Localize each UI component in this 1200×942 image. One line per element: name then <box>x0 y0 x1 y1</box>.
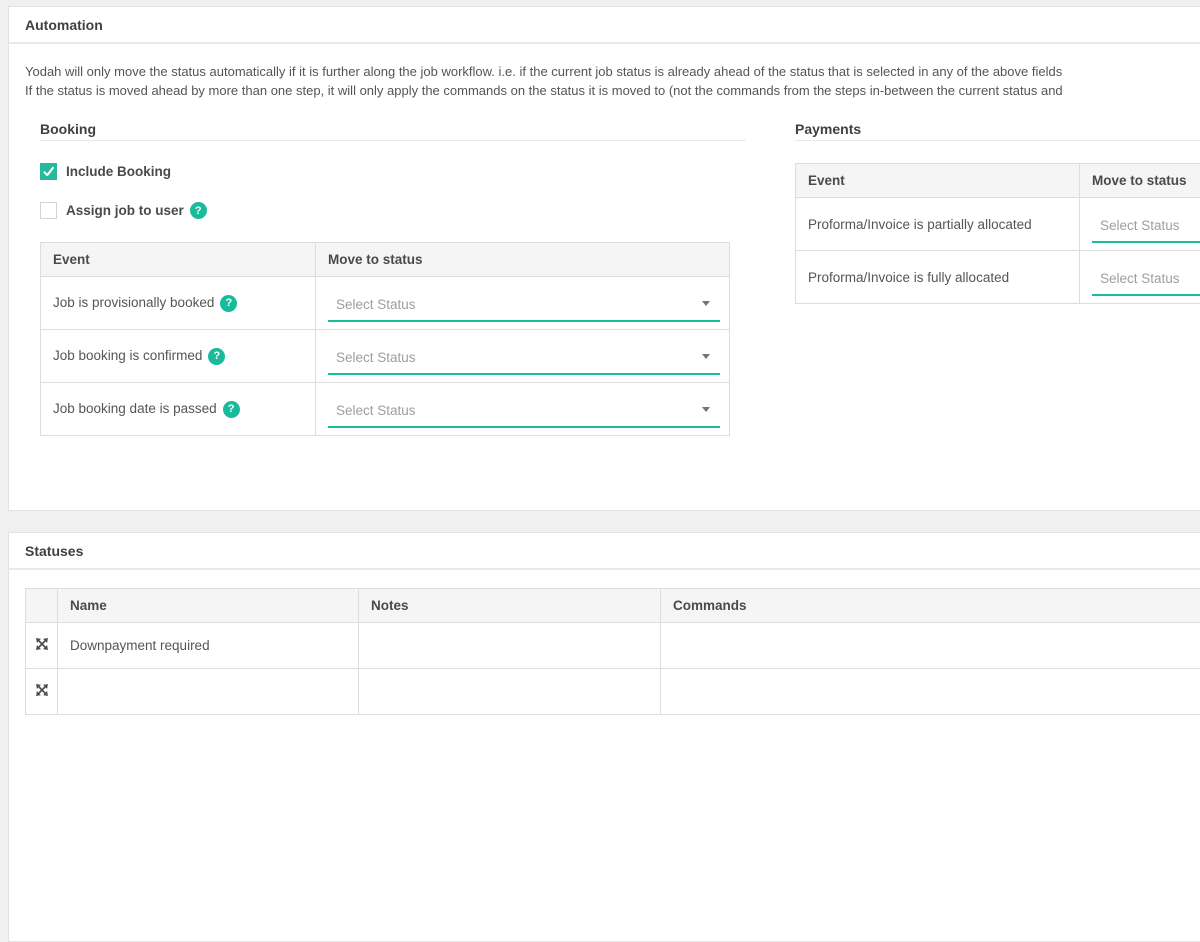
assign-job-checkbox[interactable] <box>40 202 57 219</box>
booking-section: Booking Include Booking <box>40 121 746 436</box>
move-to-status-select[interactable]: Select Status <box>1092 209 1200 243</box>
payments-events-table: Event Move to status Proforma/Invoice is… <box>795 163 1200 304</box>
automation-description: Yodah will only move the status automati… <box>25 62 1200 100</box>
table-row: Job booking is confirmed? Select Status <box>41 330 730 383</box>
select-placeholder: Select Status <box>1100 271 1180 286</box>
select-placeholder: Select Status <box>336 350 416 365</box>
status-name-cell: Downpayment required <box>58 623 359 669</box>
booking-title: Booking <box>40 121 746 141</box>
event-label: Job booking date is passed <box>53 401 217 416</box>
check-icon <box>42 165 55 178</box>
move-to-status-select[interactable]: Select Status <box>328 394 720 428</box>
help-icon[interactable]: ? <box>220 295 237 312</box>
table-row: Proforma/Invoice is fully allocated Sele… <box>796 251 1200 304</box>
chevron-down-icon <box>702 301 710 306</box>
event-label: Job is provisionally booked <box>53 295 214 310</box>
booking-col-move: Move to status <box>316 243 730 277</box>
help-icon[interactable]: ? <box>223 401 240 418</box>
assign-job-label: Assign job to user <box>66 203 184 218</box>
status-commands-cell <box>661 669 1200 715</box>
move-icon[interactable] <box>35 639 49 654</box>
booking-col-event: Event <box>41 243 316 277</box>
automation-title: Automation <box>9 7 1200 44</box>
table-header-row: Event Move to status <box>796 164 1200 198</box>
description-line-2: If the status is moved ahead by more tha… <box>25 81 1200 100</box>
booking-events-table: Event Move to status Job is provisionall… <box>40 242 730 436</box>
statuses-col-commands: Commands <box>661 589 1200 623</box>
statuses-col-notes: Notes <box>359 589 661 623</box>
status-name-cell <box>58 669 359 715</box>
chevron-down-icon <box>702 354 710 359</box>
move-to-status-select[interactable]: Select Status <box>328 288 720 322</box>
event-label: Proforma/Invoice is fully allocated <box>808 270 1009 285</box>
status-notes-cell <box>359 623 661 669</box>
select-placeholder: Select Status <box>336 403 416 418</box>
help-icon[interactable]: ? <box>190 202 207 219</box>
table-header-row: Name Notes Commands <box>26 589 1200 623</box>
payments-col-event: Event <box>796 164 1080 198</box>
drag-column-header <box>26 589 58 623</box>
statuses-panel: Statuses Name Notes Commands <box>8 532 1200 942</box>
table-row: Downpayment required <box>26 623 1200 669</box>
statuses-title: Statuses <box>9 533 1200 570</box>
payments-title: Payments <box>795 121 1200 141</box>
table-row: Job is provisionally booked? Select Stat… <box>41 277 730 330</box>
move-to-status-select[interactable]: Select Status <box>328 341 720 375</box>
table-row: Proforma/Invoice is partially allocated … <box>796 198 1200 251</box>
table-row: Job booking date is passed? Select Statu… <box>41 383 730 436</box>
move-icon[interactable] <box>35 685 49 700</box>
status-commands-cell <box>661 623 1200 669</box>
statuses-body: Name Notes Commands <box>9 588 1200 715</box>
table-row <box>26 669 1200 715</box>
statuses-col-name: Name <box>58 589 359 623</box>
select-placeholder: Select Status <box>1100 218 1180 233</box>
event-label: Job booking is confirmed <box>53 348 202 363</box>
select-placeholder: Select Status <box>336 297 416 312</box>
payments-col-move: Move to status <box>1080 164 1200 198</box>
move-to-status-select[interactable]: Select Status <box>1092 262 1200 296</box>
assign-job-row: Assign job to user ? <box>40 202 746 219</box>
include-booking-checkbox[interactable] <box>40 163 57 180</box>
automation-panel: Automation Yodah will only move the stat… <box>8 6 1200 511</box>
payments-section: Payments Event Move to status Proforma/I… <box>795 121 1200 436</box>
status-notes-cell <box>359 669 661 715</box>
chevron-down-icon <box>702 407 710 412</box>
description-line-1: Yodah will only move the status automati… <box>25 62 1200 81</box>
include-booking-label: Include Booking <box>66 164 171 179</box>
include-booking-row: Include Booking <box>40 163 746 180</box>
statuses-table: Name Notes Commands <box>25 588 1200 715</box>
event-label: Proforma/Invoice is partially allocated <box>808 217 1032 232</box>
page: Automation Yodah will only move the stat… <box>0 6 1200 942</box>
automation-body: Yodah will only move the status automati… <box>9 62 1200 436</box>
table-header-row: Event Move to status <box>41 243 730 277</box>
help-icon[interactable]: ? <box>208 348 225 365</box>
